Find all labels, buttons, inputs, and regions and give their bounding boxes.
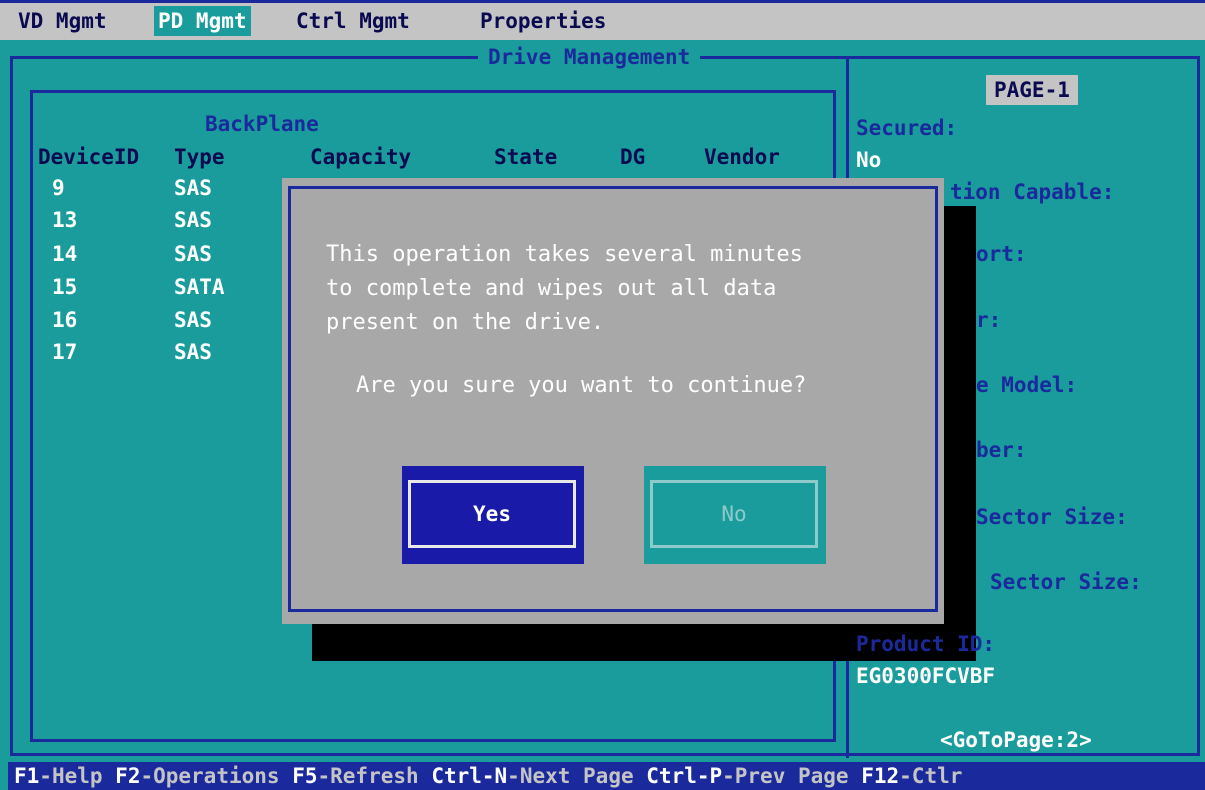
dialog-message-line: present on the drive. [326, 310, 605, 335]
dialog-message-line: This operation takes several minutes [326, 242, 803, 267]
product-id-value: EG0300FCVBF [856, 664, 996, 688]
hint-key: F1 [14, 764, 40, 788]
row-deviceid[interactable]: 15 [52, 275, 77, 299]
dialog-question: Are you sure you want to continue? [356, 373, 807, 398]
row-type[interactable]: SAS [174, 176, 212, 200]
row-type[interactable]: SAS [174, 208, 212, 232]
property-label: ber: [976, 438, 1027, 462]
dialog-shadow-right [940, 206, 976, 661]
tab-vd-mgmt[interactable]: VD Mgmt [14, 6, 111, 36]
hint-text: -Refresh [317, 764, 419, 788]
row-deviceid[interactable]: 9 [52, 176, 65, 200]
goto-page-link[interactable]: <GoToPage:2> [940, 728, 1092, 752]
yes-button[interactable]: Yes [408, 480, 576, 548]
row-type[interactable]: SAS [174, 308, 212, 332]
row-deviceid[interactable]: 16 [52, 308, 77, 332]
tab-ctrl-mgmt[interactable]: Ctrl Mgmt [292, 6, 414, 36]
tab-properties[interactable]: Properties [476, 6, 610, 36]
hint-key: Ctrl-N [431, 764, 508, 788]
column-header-vendor: Vendor [704, 145, 780, 169]
property-label: e Model: [976, 373, 1078, 397]
dialog-message-line: to complete and wipes out all data [326, 276, 777, 301]
backplane-label: BackPlane [205, 112, 319, 136]
column-header-capacity: Capacity [310, 145, 412, 169]
row-type[interactable]: SATA [174, 275, 225, 299]
column-header-dg: DG [620, 145, 646, 169]
row-deviceid[interactable]: 17 [52, 340, 77, 364]
hint-key: F2 [115, 764, 141, 788]
hint-key: Ctrl-P [646, 764, 723, 788]
frame-title: Drive Management [478, 44, 701, 70]
secured-value: No [856, 148, 882, 172]
no-button[interactable]: No [650, 480, 818, 548]
product-id-label: Product ID: [856, 632, 996, 656]
hint-key: F12 [861, 764, 900, 788]
row-deviceid[interactable]: 13 [52, 208, 77, 232]
property-label: Sector Size: [990, 570, 1142, 594]
hint-text: -Ctlr [899, 764, 963, 788]
property-label: Sector Size: [976, 505, 1128, 529]
property-label: ort: [976, 242, 1027, 266]
secured-label: Secured: [856, 116, 958, 140]
property-label: r: [976, 308, 1002, 332]
row-deviceid[interactable]: 14 [52, 242, 77, 266]
property-label: tion Capable: [950, 180, 1115, 204]
hint-text: -Next Page [507, 764, 634, 788]
hint-text: -Prev Page [722, 764, 849, 788]
column-header-state: State [494, 145, 558, 169]
hint-text: -Operations [140, 764, 280, 788]
row-type[interactable]: SAS [174, 242, 212, 266]
hint-text: -Help [39, 764, 103, 788]
hint-key: F5 [292, 764, 318, 788]
row-type[interactable]: SAS [174, 340, 212, 364]
column-header-deviceid: DeviceID [38, 145, 140, 169]
column-header-type: Type [174, 145, 225, 169]
key-hints: F1-Help F2-Operations F5-Refresh Ctrl-N-… [14, 762, 962, 790]
page-indicator: PAGE-1 [986, 75, 1078, 105]
tab-pd-mgmt[interactable]: PD Mgmt [154, 6, 251, 36]
